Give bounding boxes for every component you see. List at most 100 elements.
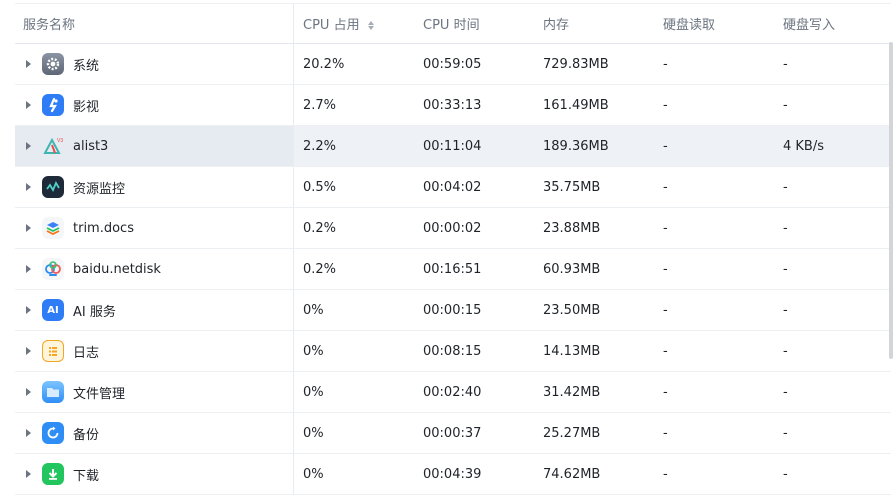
expand-caret-icon[interactable]	[26, 265, 31, 273]
service-name: baidu.netdisk	[73, 261, 161, 277]
baidu-netdisk-icon	[42, 258, 64, 280]
alist-icon: V3	[42, 135, 64, 157]
expand-caret-icon[interactable]	[26, 388, 31, 396]
cpu-time: 00:00:02	[423, 220, 482, 236]
disk-write: -	[783, 56, 788, 72]
cpu-usage: 2.7%	[303, 97, 337, 113]
cpu-usage: 0%	[303, 343, 324, 359]
resource-monitor-icon	[42, 176, 64, 198]
memory: 60.93MB	[543, 261, 601, 277]
cpu-time: 00:04:39	[423, 466, 482, 482]
expand-caret-icon[interactable]	[26, 101, 31, 109]
vertical-scrollbar[interactable]	[889, 42, 893, 359]
table-row[interactable]: trim.docs 0.2% 00:00:02 23.88MB - -	[15, 208, 891, 249]
disk-read: -	[663, 384, 668, 400]
disk-read: -	[663, 425, 668, 441]
table-header: 服务名称 CPU 占用 CPU 时间 内存 硬盘读取 硬盘写入	[15, 3, 891, 44]
sort-icon[interactable]	[367, 21, 374, 30]
expand-caret-icon[interactable]	[26, 60, 31, 68]
col-header-disk-write[interactable]: 硬盘写入	[774, 14, 891, 33]
cpu-usage: 0.2%	[303, 261, 337, 277]
table-row[interactable]: 影视 2.7% 00:33:13 161.49MB - -	[15, 85, 891, 126]
settings-gear-icon	[42, 53, 64, 75]
download-icon	[42, 463, 64, 485]
service-name: 下载	[73, 468, 100, 484]
disk-read: -	[663, 56, 668, 72]
disk-read: -	[663, 261, 668, 277]
cpu-time: 00:11:04	[423, 138, 482, 154]
col-header-memory[interactable]: 内存	[534, 14, 654, 33]
memory: 729.83MB	[543, 56, 609, 72]
disk-write: -	[783, 343, 788, 359]
disk-write: -	[783, 179, 788, 195]
table-row[interactable]: 文件管理 0% 00:02:40 31.42MB - -	[15, 372, 891, 413]
service-name: 文件管理	[73, 386, 126, 402]
cpu-usage: 0%	[303, 425, 324, 441]
col-header-disk-read[interactable]: 硬盘读取	[654, 14, 774, 33]
disk-write: -	[783, 425, 788, 441]
process-table: 服务名称 CPU 占用 CPU 时间 内存 硬盘读取 硬盘写入 系统 20.2%…	[15, 3, 891, 495]
service-name: 日志	[73, 345, 100, 361]
disk-read: -	[663, 343, 668, 359]
expand-caret-icon[interactable]	[26, 306, 31, 314]
table-row[interactable]: AI AI 服务 0% 00:00:15 23.50MB - -	[15, 290, 891, 331]
memory: 74.62MB	[543, 466, 601, 482]
cpu-time: 00:00:37	[423, 425, 482, 441]
memory: 189.36MB	[543, 138, 609, 154]
memory: 25.27MB	[543, 425, 601, 441]
disk-write: -	[783, 261, 788, 277]
expand-caret-icon[interactable]	[26, 183, 31, 191]
table-row[interactable]: 下载 0% 00:04:39 74.62MB - -	[15, 454, 891, 495]
table-row[interactable]: 资源监控 0.5% 00:04:02 35.75MB - -	[15, 167, 891, 208]
disk-read: -	[663, 466, 668, 482]
cpu-usage: 0%	[303, 384, 324, 400]
table-row[interactable]: baidu.netdisk 0.2% 00:16:51 60.93MB - -	[15, 249, 891, 290]
col-header-name[interactable]: 服务名称	[15, 4, 294, 43]
service-name: 系统	[73, 58, 100, 74]
service-name: alist3	[73, 138, 109, 154]
table-row[interactable]: 系统 20.2% 00:59:05 729.83MB - -	[15, 44, 891, 85]
cpu-time: 00:08:15	[423, 343, 482, 359]
disk-write: -	[783, 384, 788, 400]
log-icon	[42, 340, 64, 362]
memory: 31.42MB	[543, 384, 601, 400]
video-app-icon	[42, 94, 64, 116]
cpu-time: 00:16:51	[423, 261, 482, 277]
cpu-time: 00:33:13	[423, 97, 482, 113]
service-name: AI 服务	[73, 304, 116, 320]
table-row[interactable]: 备份 0% 00:00:37 25.27MB - -	[15, 413, 891, 454]
table-row[interactable]: 日志 0% 00:08:15 14.13MB - -	[15, 331, 891, 372]
ai-service-icon: AI	[42, 299, 64, 321]
table-row[interactable]: V3 alist3 2.2% 00:11:04 189.36MB - 4 KB/…	[15, 126, 891, 167]
col-header-cpu[interactable]: CPU 占用	[294, 14, 414, 33]
backup-icon	[42, 422, 64, 444]
memory: 23.50MB	[543, 302, 601, 318]
disk-write: -	[783, 302, 788, 318]
cpu-usage: 0.2%	[303, 220, 337, 236]
expand-caret-icon[interactable]	[26, 142, 31, 150]
disk-read: -	[663, 179, 668, 195]
cpu-usage: 2.2%	[303, 138, 337, 154]
expand-caret-icon[interactable]	[26, 347, 31, 355]
memory: 23.88MB	[543, 220, 601, 236]
file-manager-icon	[42, 381, 64, 403]
expand-caret-icon[interactable]	[26, 224, 31, 232]
cpu-usage: 20.2%	[303, 56, 345, 72]
service-name: 备份	[73, 427, 100, 443]
service-name: trim.docs	[73, 220, 134, 236]
disk-write: -	[783, 220, 788, 236]
memory: 35.75MB	[543, 179, 601, 195]
disk-write: -	[783, 97, 788, 113]
memory: 14.13MB	[543, 343, 601, 359]
cpu-usage: 0.5%	[303, 179, 337, 195]
disk-write: 4 KB/s	[783, 138, 824, 154]
svg-text:V3: V3	[57, 138, 63, 144]
service-name: 资源监控	[73, 181, 126, 197]
cpu-time: 00:02:40	[423, 384, 482, 400]
expand-caret-icon[interactable]	[26, 429, 31, 437]
cpu-time: 00:00:15	[423, 302, 482, 318]
col-header-cpu-time[interactable]: CPU 时间	[414, 14, 534, 33]
expand-caret-icon[interactable]	[26, 470, 31, 478]
disk-read: -	[663, 97, 668, 113]
cpu-time: 00:59:05	[423, 56, 482, 72]
